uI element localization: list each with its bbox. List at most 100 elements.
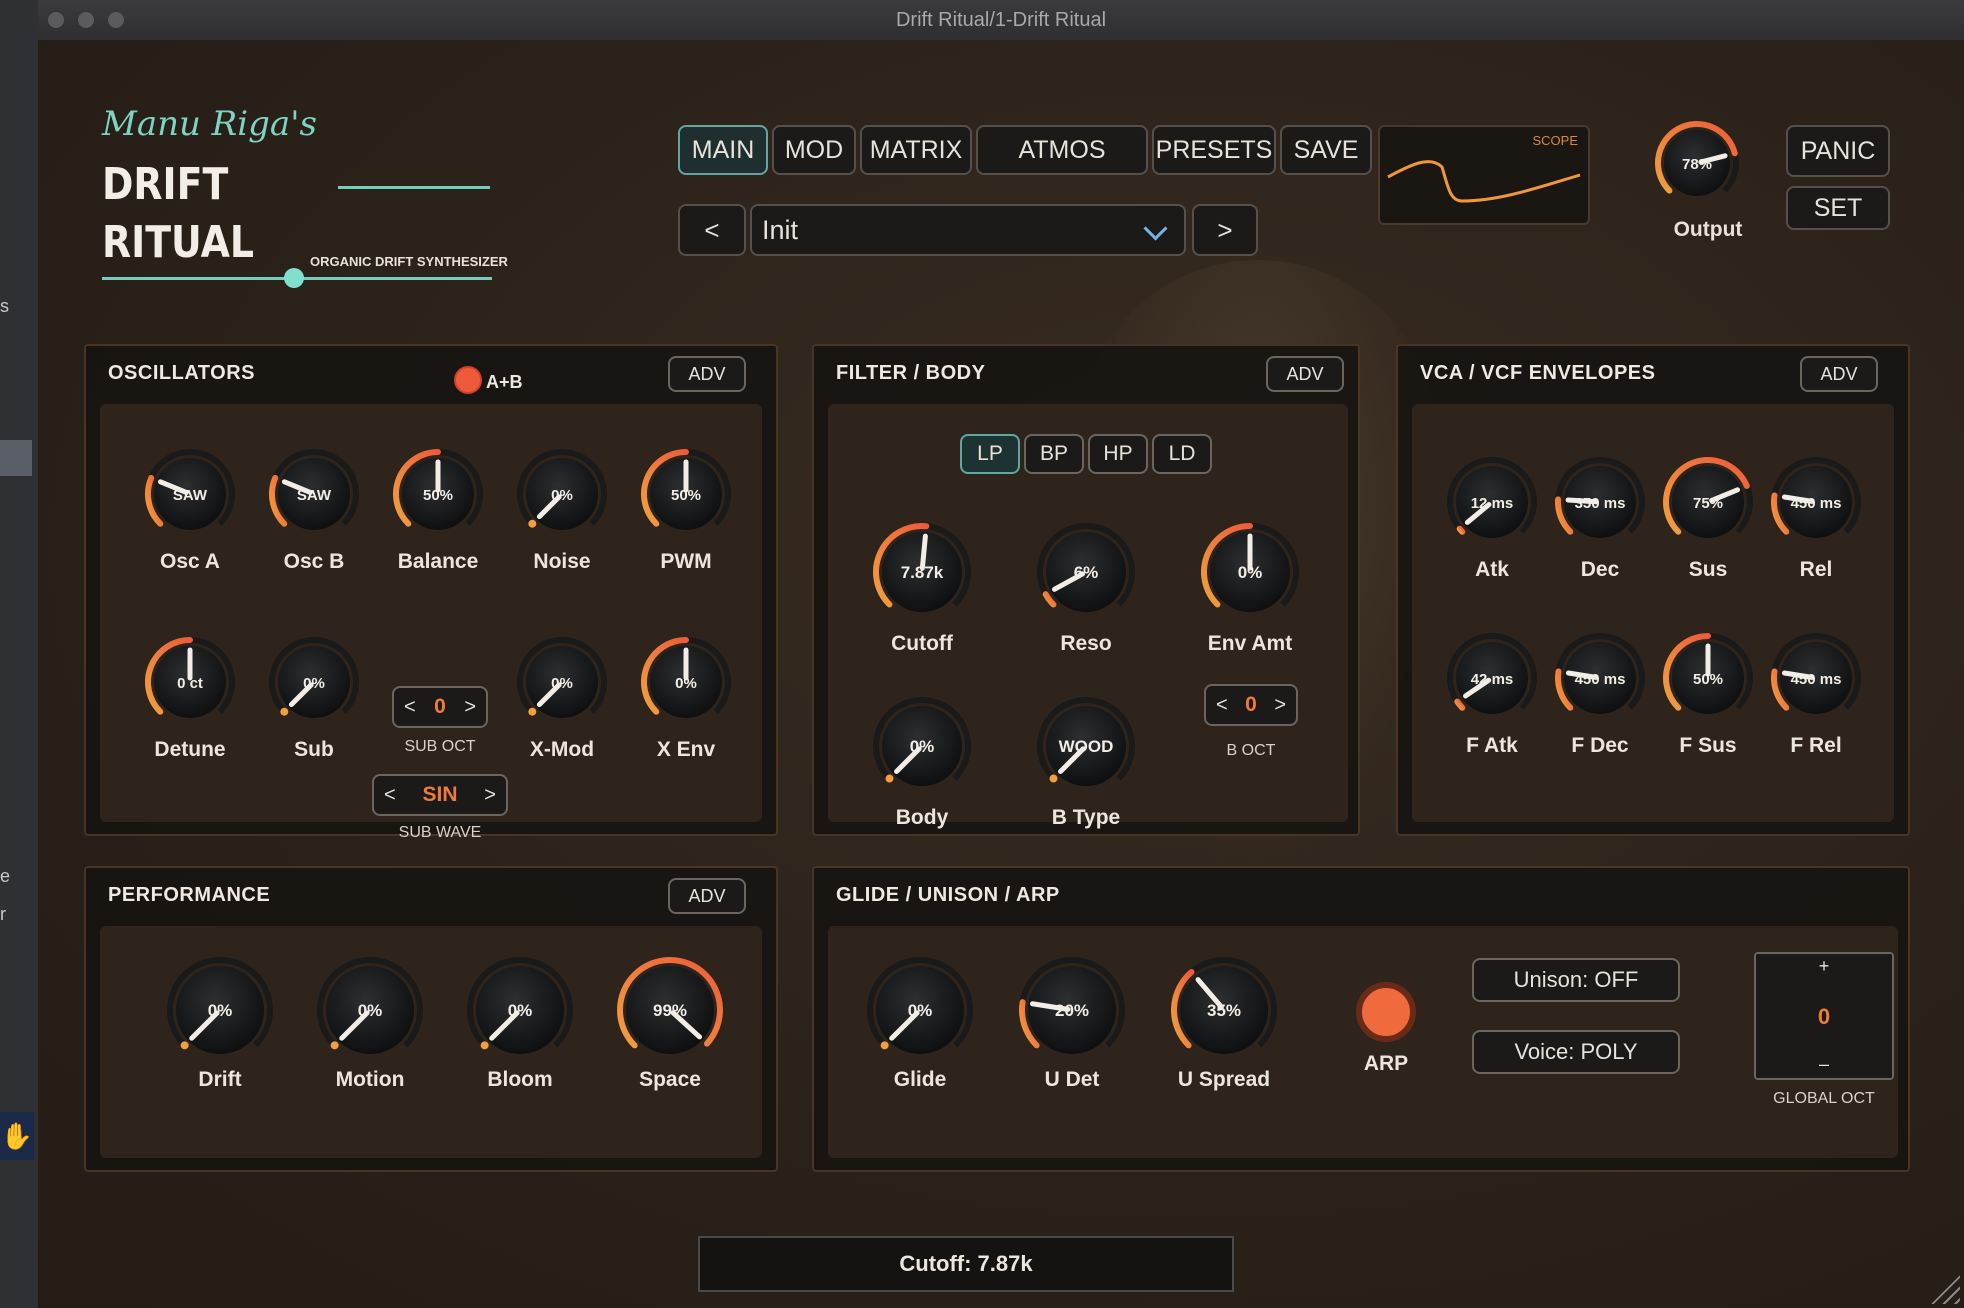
knob-value-arc: [528, 519, 537, 528]
knob-graphic: 0 ct: [145, 637, 235, 718]
knob-label: B Type: [1051, 806, 1121, 829]
dec-knob[interactable]: 350 ms Dec: [1552, 454, 1648, 581]
resize-handle[interactable]: [1930, 1274, 1960, 1304]
knob-label: Glide: [893, 1068, 947, 1091]
voice-button[interactable]: Voice: POLY: [1472, 1030, 1680, 1074]
sub-wave-label: SUB WAVE: [398, 824, 482, 841]
knob-graphic: 20%: [1019, 957, 1125, 1054]
knob-graphic: 6%: [1037, 523, 1135, 612]
b-type-knob[interactable]: WOOD B Type: [1034, 694, 1138, 829]
global-oct-control[interactable]: + 0 –: [1754, 952, 1894, 1080]
knob-graphic: 78%: [1655, 121, 1739, 196]
sus-knob[interactable]: 75% Sus: [1660, 454, 1756, 581]
tab-matrix[interactable]: MATRIX: [860, 125, 972, 175]
motion-knob[interactable]: 0% Motion: [314, 954, 426, 1091]
b-oct-decrement[interactable]: <: [1216, 694, 1228, 717]
b-oct-stepper[interactable]: < 0 >: [1204, 684, 1298, 726]
panel-title: VCA / VCF ENVELOPES: [1420, 362, 1656, 384]
noise-knob[interactable]: 0% Noise: [514, 446, 610, 573]
balance-knob[interactable]: 50% Balance: [390, 446, 486, 573]
drift-knob[interactable]: 0% Drift: [164, 954, 276, 1091]
filter-type-lp[interactable]: LP: [960, 434, 1020, 474]
title-bar[interactable]: Drift Ritual/1-Drift Ritual: [38, 0, 1964, 41]
tab-main[interactable]: MAIN: [678, 125, 768, 175]
knob-value: 450 ms: [1575, 671, 1626, 688]
global-oct-minus[interactable]: –: [1756, 1054, 1892, 1075]
x-mod-knob[interactable]: 0% X-Mod: [514, 634, 610, 761]
sub-wave-decrement[interactable]: <: [384, 784, 396, 807]
bloom-knob[interactable]: 0% Bloom: [464, 954, 576, 1091]
knob-label: Body: [895, 806, 949, 829]
filter-type-bp[interactable]: BP: [1024, 434, 1084, 474]
set-button[interactable]: SET: [1786, 186, 1890, 230]
reso-knob[interactable]: 6% Reso: [1034, 520, 1138, 655]
glide-inner: [828, 926, 1898, 1158]
tab-atmos[interactable]: ATMOS: [976, 125, 1148, 175]
b-oct-increment[interactable]: >: [1274, 694, 1286, 717]
sub-oct-stepper[interactable]: < 0 >: [392, 686, 488, 728]
knob-label: PWM: [660, 550, 712, 573]
cutoff-knob[interactable]: 7.87k Cutoff: [870, 520, 974, 655]
knob-graphic: SAW: [269, 449, 359, 530]
save-button[interactable]: SAVE: [1280, 125, 1372, 175]
knob-graphic: 0%: [167, 957, 273, 1054]
output-knob-dial[interactable]: 78%: [1652, 118, 1742, 208]
performance-adv-button[interactable]: ADV: [668, 878, 746, 914]
knob-value: 0%: [303, 675, 325, 692]
knob-value-arc: [1042, 591, 1057, 608]
brand-title: DRIFT RITUAL: [102, 156, 254, 272]
knob-graphic: 0%: [873, 697, 971, 786]
env-amt-knob[interactable]: 0% Env Amt: [1198, 520, 1302, 655]
pwm-knob[interactable]: 50% PWM: [638, 446, 734, 573]
atk-knob[interactable]: 12 ms Atk: [1444, 454, 1540, 581]
filter-type-ld[interactable]: LD: [1152, 434, 1212, 474]
knob-graphic: 42 ms: [1447, 633, 1537, 714]
ab-toggle[interactable]: [454, 366, 482, 394]
panel-title: FILTER / BODY: [836, 362, 986, 384]
tab-presets[interactable]: PRESETS: [1152, 125, 1276, 175]
sub-knob[interactable]: 0% Sub: [266, 634, 362, 761]
knob-graphic: 50%: [641, 449, 731, 530]
x-env-knob[interactable]: 0% X Env: [638, 634, 734, 761]
f-atk-knob[interactable]: 42 ms F Atk: [1444, 630, 1540, 757]
background-text: e: [0, 866, 11, 886]
sub-oct-label: SUB OCT: [404, 738, 476, 755]
tab-mod[interactable]: MOD: [772, 125, 856, 175]
detune-knob[interactable]: 0 ct Detune: [142, 634, 238, 761]
f-dec-knob[interactable]: 450 ms F Dec: [1552, 630, 1648, 757]
sub-wave-stepper[interactable]: < SIN >: [372, 774, 508, 816]
knob-value: 0 ct: [177, 675, 203, 692]
f-rel-knob[interactable]: 450 ms F Rel: [1768, 630, 1864, 757]
panic-button[interactable]: PANIC: [1786, 125, 1890, 177]
brand-decor-line: [338, 186, 490, 189]
knob-label: Env Amt: [1207, 632, 1293, 655]
env-adv-button[interactable]: ADV: [1800, 356, 1878, 392]
knob-value: 50%: [1693, 671, 1723, 688]
rel-knob[interactable]: 450 ms Rel: [1768, 454, 1864, 581]
output-label: Output: [1673, 218, 1743, 241]
sub-wave-increment[interactable]: >: [484, 784, 496, 807]
space-knob[interactable]: 99% Space: [614, 954, 726, 1091]
knob-value: 35%: [1207, 1001, 1241, 1020]
filter-adv-button[interactable]: ADV: [1266, 356, 1344, 392]
knob-value-arc: [180, 1041, 189, 1050]
sub-oct-increment[interactable]: >: [464, 696, 476, 719]
arp-toggle[interactable]: [1356, 982, 1416, 1042]
osc-a-knob[interactable]: SAW Osc A: [142, 446, 238, 573]
body-knob[interactable]: 0% Body: [870, 694, 974, 829]
unison-button[interactable]: Unison: OFF: [1472, 958, 1680, 1002]
next-preset-button[interactable]: >: [1192, 204, 1258, 256]
glide-knob[interactable]: 0% Glide: [864, 954, 976, 1091]
u-spread-knob[interactable]: 35% U Spread: [1168, 954, 1280, 1091]
f-sus-knob[interactable]: 50% F Sus: [1660, 630, 1756, 757]
prev-preset-button[interactable]: <: [678, 204, 746, 256]
knob-graphic: 350 ms: [1555, 457, 1645, 538]
knob-graphic: 0%: [517, 637, 607, 718]
osc-b-knob[interactable]: SAW Osc B: [266, 446, 362, 573]
preset-dropdown[interactable]: Init: [750, 204, 1186, 256]
osc-adv-button[interactable]: ADV: [668, 356, 746, 392]
global-oct-plus[interactable]: +: [1756, 956, 1892, 977]
u-det-knob[interactable]: 20% U Det: [1016, 954, 1128, 1091]
filter-type-hp[interactable]: HP: [1088, 434, 1148, 474]
sub-oct-decrement[interactable]: <: [404, 696, 416, 719]
